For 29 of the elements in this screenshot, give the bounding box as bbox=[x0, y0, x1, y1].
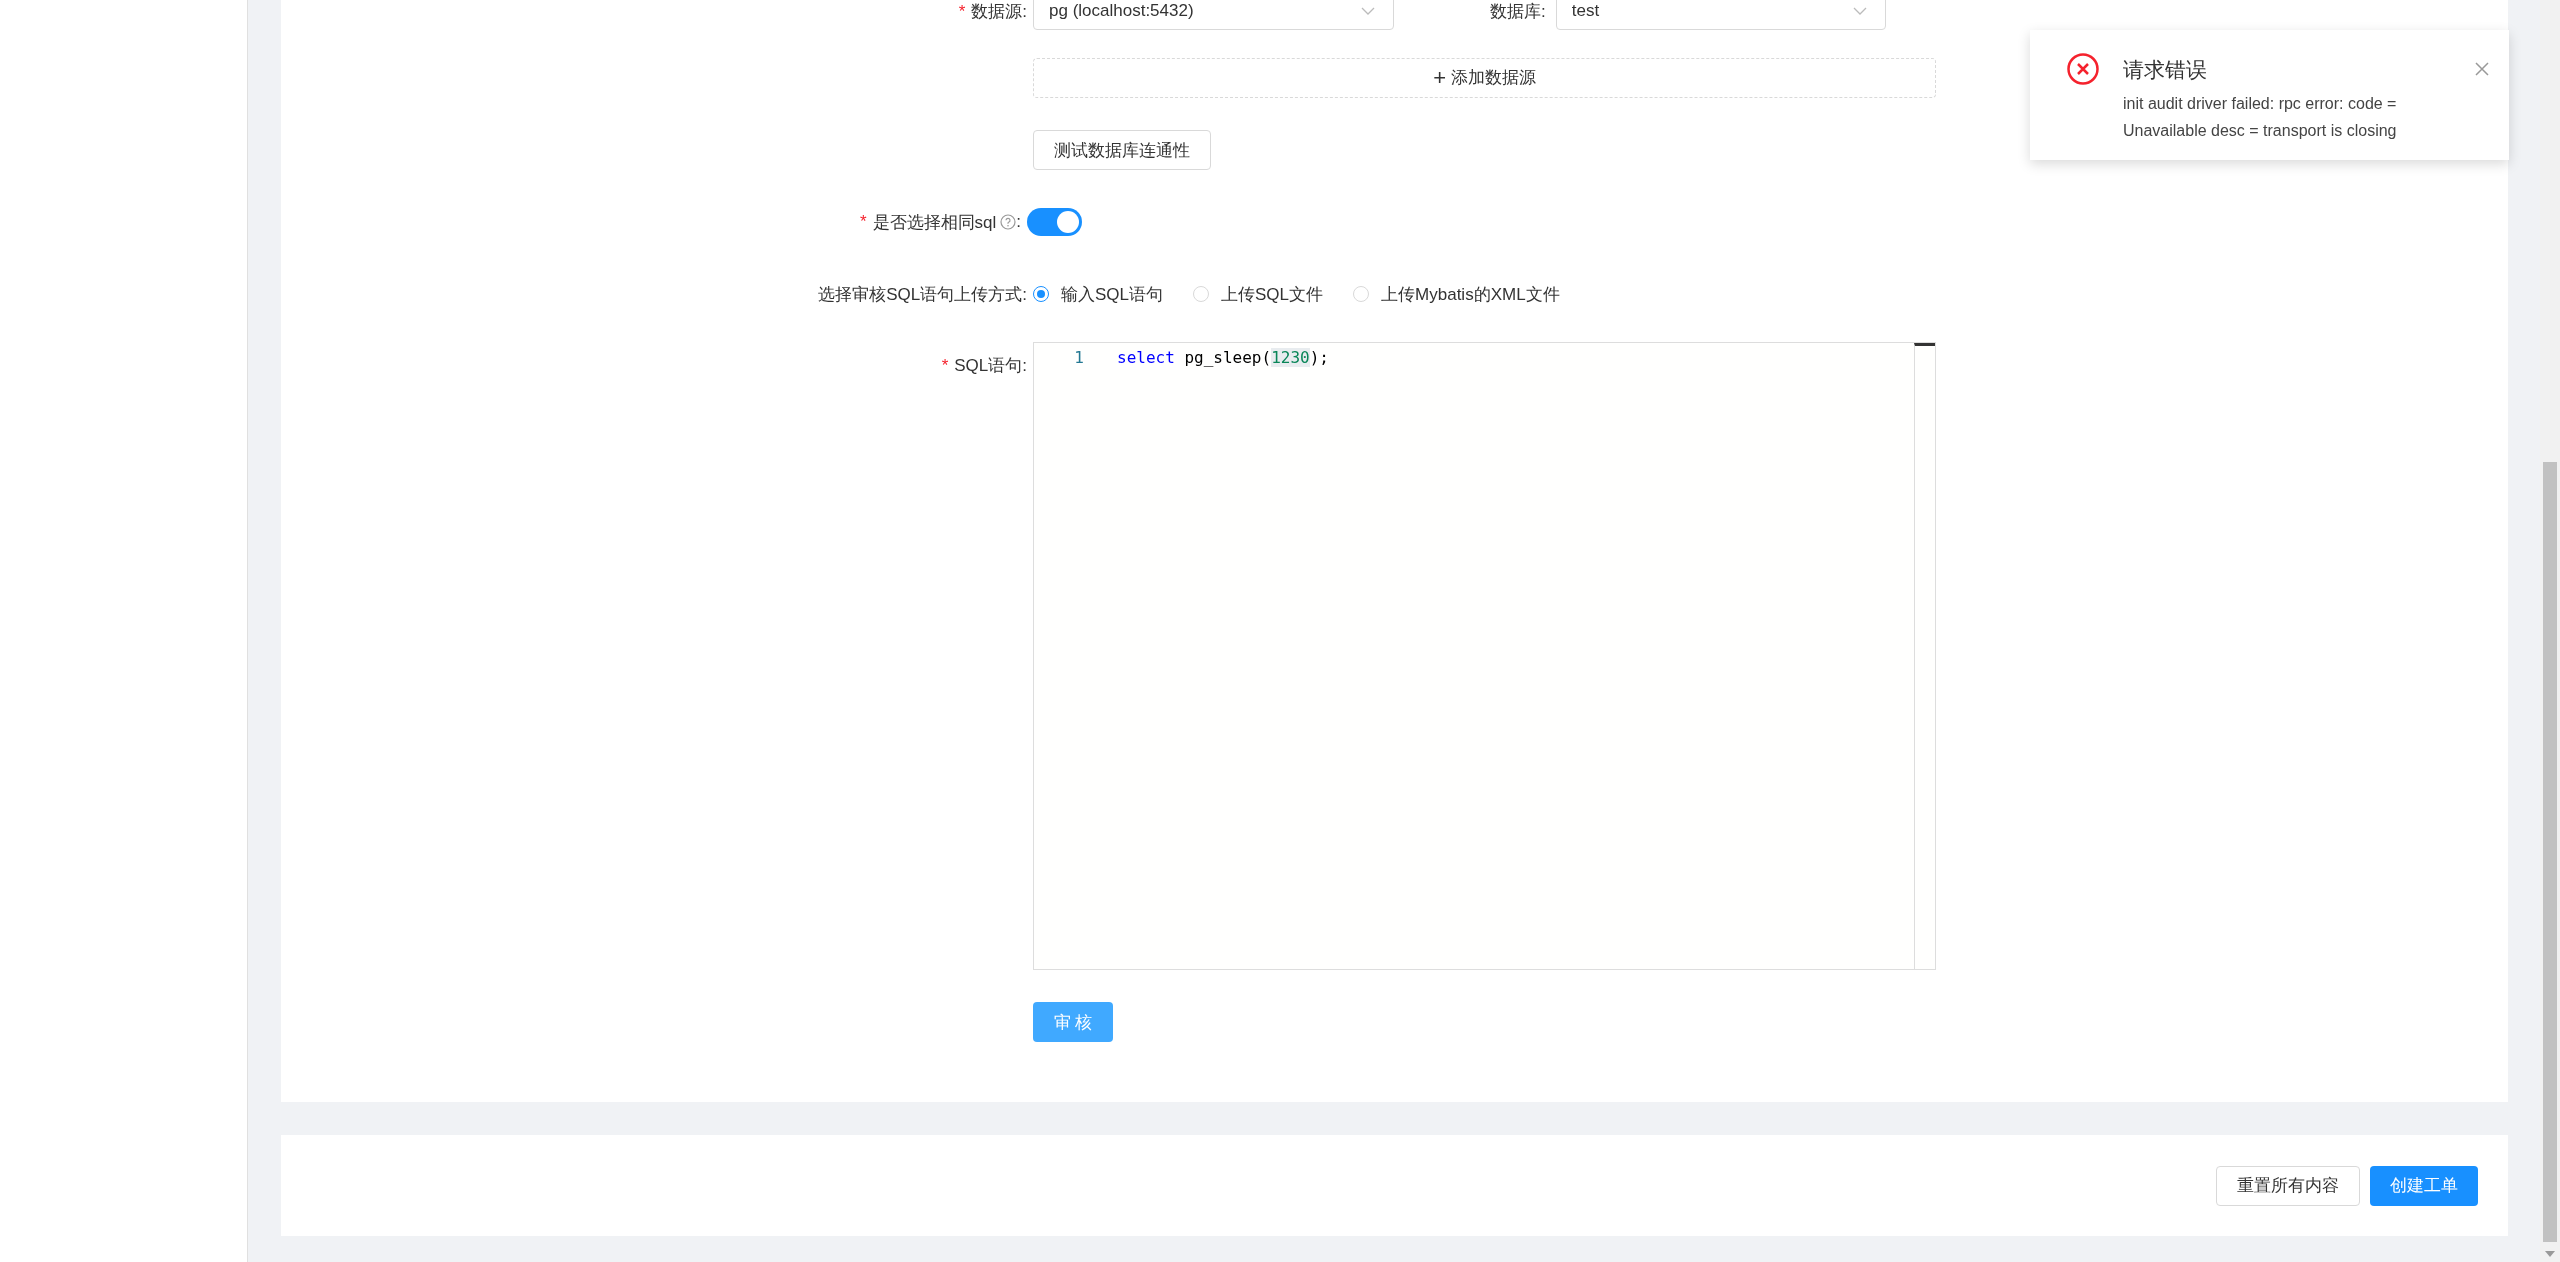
arrow-down-icon bbox=[2545, 1251, 2555, 1257]
chevron-down-icon bbox=[1361, 7, 1375, 15]
radio-option[interactable]: 上传SQL文件 bbox=[1193, 282, 1324, 306]
field-label: SQL语句: bbox=[954, 356, 1027, 375]
code-editor[interactable]: 1 select pg_sleep(1230); bbox=[1033, 342, 1936, 970]
notification-title: 请求错误 bbox=[2123, 57, 2208, 83]
required-mark: * bbox=[859, 212, 867, 232]
field-label: 数据库: bbox=[1490, 0, 1546, 23]
required-mark: * bbox=[958, 1, 966, 21]
notification-message: init audit driver failed: rpc error: code = Unavailable desc = transport is closing bbox=[2123, 94, 2398, 141]
field-label: 数据源: bbox=[971, 1, 1027, 21]
help-icon bbox=[1000, 214, 1017, 230]
radio-option[interactable]: 输入SQL语句 bbox=[1033, 282, 1164, 306]
toggle-switch[interactable] bbox=[1027, 208, 1082, 236]
reset-button[interactable]: 重置所有内容 bbox=[2216, 1165, 2360, 1206]
required-mark: * bbox=[941, 356, 949, 375]
line-number: 1 bbox=[1073, 347, 1084, 367]
field-label: 选择审核SQL语句上传方式: bbox=[817, 283, 1027, 306]
close-icon[interactable] bbox=[2475, 62, 2489, 76]
error-icon bbox=[2066, 52, 2100, 86]
datasource-select[interactable]: pg (localhost:5432) bbox=[1033, 0, 1394, 30]
radio-option[interactable]: 上传Mybatis的XML文件 bbox=[1353, 282, 1560, 306]
field-label: 是否选择相同sql bbox=[872, 211, 997, 234]
colon: : bbox=[1016, 212, 1021, 232]
code-line: select pg_sleep(1230); bbox=[1117, 347, 1329, 367]
chevron-down-icon bbox=[1852, 7, 1867, 15]
test-connection-button[interactable]: 测试数据库连通性 bbox=[1033, 130, 1211, 170]
scrollbar-thumb[interactable] bbox=[2543, 462, 2557, 1242]
database-select[interactable]: test bbox=[1555, 0, 1886, 30]
